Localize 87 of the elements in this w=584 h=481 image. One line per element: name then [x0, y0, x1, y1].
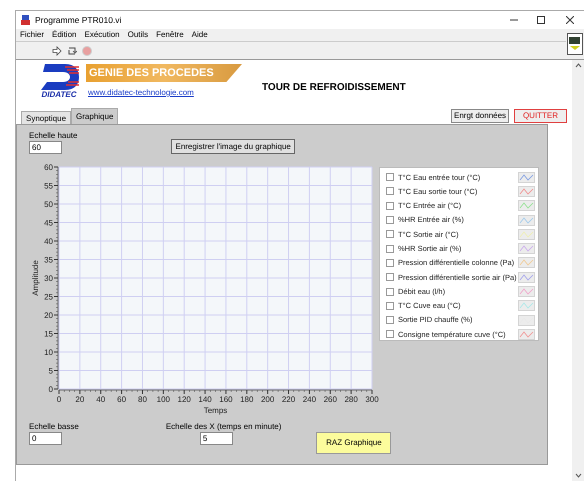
checkbox[interactable] — [386, 273, 394, 282]
menu-item[interactable]: Édition — [52, 29, 76, 41]
line-swatch-icon — [518, 228, 535, 240]
line-swatch-icon — [518, 272, 535, 283]
field-label: Echelle des X (temps en minute) — [166, 422, 282, 432]
y-tick-label: 60 — [44, 163, 53, 172]
line-swatch-icon — [518, 314, 535, 326]
x-tick-label: 60 — [117, 395, 126, 404]
x-tick-label: 260 — [324, 395, 337, 404]
app-icon — [21, 15, 30, 25]
close-icon[interactable] — [566, 16, 574, 24]
menu-item[interactable]: Exécution — [84, 29, 120, 41]
save-data-button[interactable]: Enrgt données — [451, 109, 509, 123]
line-swatch-icon — [518, 186, 535, 197]
stop-icon[interactable] — [82, 46, 92, 56]
save-image-button[interactable]: Enregistrer l'image du graphique — [171, 139, 295, 154]
field-label: Echelle basse — [29, 422, 79, 432]
x-tick-label: 40 — [96, 395, 106, 404]
line-swatch-icon — [518, 200, 535, 212]
tab[interactable]: Synoptique — [21, 111, 72, 124]
banner: GENIE DES PROCEDES — [86, 64, 242, 82]
x-tick-label: 120 — [178, 395, 191, 404]
menu-item[interactable]: Aide — [192, 29, 208, 41]
menu-item[interactable]: Outils — [128, 29, 148, 41]
y-tick-label: 45 — [44, 218, 53, 228]
checkbox[interactable] — [386, 244, 394, 253]
checkbox[interactable] — [386, 202, 394, 210]
tab[interactable]: Graphique — [71, 108, 118, 124]
arrow-icon[interactable] — [52, 46, 62, 56]
y-tick-label: 15 — [44, 330, 53, 338]
x-tick-label: 220 — [282, 395, 296, 404]
y-tick-label: 10 — [44, 348, 53, 357]
checkbox[interactable] — [386, 230, 394, 238]
x-tick-label: 80 — [138, 395, 147, 404]
y-tick-label: 50 — [44, 200, 53, 209]
quit-button[interactable]: QUITTER — [514, 109, 567, 123]
x-tick-label: 280 — [344, 395, 358, 404]
line-swatch-icon — [518, 328, 535, 340]
checkbox[interactable] — [386, 216, 394, 224]
menu-item[interactable]: Fenêtre — [156, 29, 184, 41]
x-tick-label: 160 — [219, 395, 233, 404]
x-tick-label: 100 — [156, 395, 170, 404]
window-title: Programme PTR010.vi — [35, 14, 122, 26]
checkbox[interactable] — [386, 288, 394, 296]
x-tick-label: 0 — [56, 395, 62, 404]
y-tick-label: 40 — [44, 237, 53, 246]
x-tick-label: 200 — [260, 395, 274, 404]
menu-item[interactable]: Fichier — [20, 29, 44, 41]
line-swatch-icon — [518, 286, 535, 298]
logo-icon — [39, 64, 79, 90]
y-tick-label: 30 — [44, 274, 53, 283]
line-swatch-icon — [518, 257, 535, 268]
checkbox[interactable] — [386, 302, 394, 310]
x-tick-label: 140 — [198, 395, 212, 404]
x-tick-label: 300 — [365, 395, 379, 404]
website-link[interactable]: www.didatec-technologie.com — [88, 87, 242, 99]
input-field[interactable]: 60 — [29, 141, 62, 154]
vi-icon — [567, 33, 583, 55]
y-axis-title: Amplitude — [31, 260, 40, 296]
y-tick-label: 5 — [48, 366, 53, 376]
loop-arrows-icon[interactable] — [67, 46, 77, 56]
input-field[interactable]: 0 — [29, 432, 62, 445]
x-axis-title: Temps — [204, 406, 228, 415]
field-label: Echelle haute — [29, 131, 78, 141]
checkbox[interactable] — [386, 258, 394, 267]
x-tick-label: 20 — [75, 395, 84, 404]
x-tick-label: 180 — [240, 395, 254, 404]
y-tick-label: 35 — [44, 256, 53, 264]
checkbox[interactable] — [386, 316, 394, 324]
y-tick-label: 0 — [48, 385, 53, 394]
checkbox[interactable] — [386, 330, 394, 338]
maximize-icon[interactable] — [537, 16, 545, 24]
line-swatch-icon — [518, 243, 535, 254]
scrollbar[interactable] — [572, 60, 584, 481]
line-swatch-icon — [518, 214, 535, 226]
y-tick-label: 25 — [44, 292, 53, 302]
line-swatch-icon — [518, 300, 535, 312]
line-swatch-icon — [518, 172, 535, 183]
input-field[interactable]: 5 — [200, 432, 233, 445]
checkbox[interactable] — [386, 173, 394, 182]
y-tick-label: 20 — [44, 311, 53, 320]
checkbox[interactable] — [386, 187, 394, 196]
y-tick-label: 55 — [44, 182, 53, 190]
page-title: TOUR DE REFROIDISSEMENT — [262, 81, 406, 95]
logo-text: DIDATEC — [42, 90, 76, 100]
reset-graph-button[interactable]: RAZ Graphique — [316, 432, 392, 454]
x-tick-label: 240 — [302, 395, 316, 404]
